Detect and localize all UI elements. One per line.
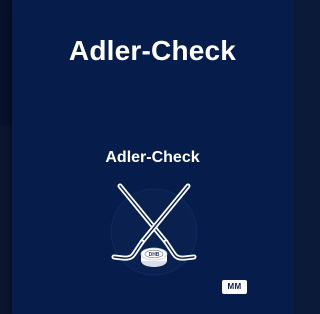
hockey-sticks-puck-icon: DHB bbox=[110, 183, 198, 276]
puck-icon: DHB bbox=[140, 247, 168, 267]
app-card[interactable]: Adler-Check Adler-Check DHB MM bbox=[12, 0, 293, 314]
app-logo: Adler-Check DHB bbox=[80, 138, 225, 288]
puck-label: DHB bbox=[149, 252, 160, 258]
logo-title: Adler-Check bbox=[105, 149, 200, 166]
screen: Adler-Check Adler-Check DHB MM bbox=[0, 0, 293, 314]
mm-badge: MM bbox=[222, 280, 247, 294]
app-title: Adler-Check bbox=[68, 35, 237, 66]
